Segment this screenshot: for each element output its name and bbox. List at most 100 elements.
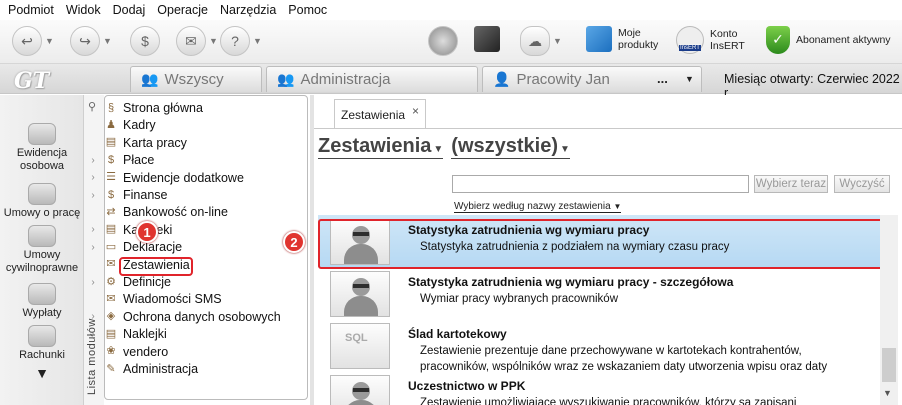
module-item[interactable]: ✉ Wiadomości SMS [86, 290, 286, 308]
person-icon: 👤 [493, 71, 511, 87]
tab-zestawienia[interactable]: Zestawienia × [334, 99, 426, 129]
help-button[interactable]: ? ▼ [220, 26, 262, 56]
scroll-down-arrow-icon[interactable]: ▼ [883, 388, 892, 398]
choose-now-button[interactable]: Wybierz teraz [754, 175, 828, 193]
scrollbar-thumb[interactable] [882, 348, 896, 382]
logo: GT [14, 68, 50, 94]
back-button[interactable]: ↩ ▼ [12, 26, 54, 56]
chevron-down-icon[interactable]: ▼ [685, 74, 694, 84]
globe-button[interactable] [428, 26, 458, 56]
module-item[interactable]: ›▤Kartoteki [86, 221, 286, 239]
forward-button[interactable]: ↪ ▼ [70, 26, 112, 56]
contract-icon [28, 183, 56, 205]
tab-more[interactable]: ... [657, 71, 668, 86]
menu-pomoc[interactable]: Pomoc [288, 3, 327, 17]
module-item[interactable]: ♟ Kadry [86, 116, 286, 134]
nav-label: Ewidencja osobowa [16, 147, 68, 172]
cube-button[interactable] [474, 26, 500, 52]
module-item[interactable]: › $ Finanse [86, 186, 286, 204]
chevron-down-icon: ▼ [553, 36, 562, 46]
module-icon: ♟ [106, 118, 116, 131]
module-icon: ✉ [106, 292, 116, 305]
report-row[interactable]: Uczestnictwo w PPK Zestawienie umożliwiaj… [318, 371, 882, 405]
tab-pracowity-jan[interactable]: 👤 Pracowity Jan ... ▼ [482, 66, 702, 92]
nav-rachunki[interactable]: Rachunki [0, 325, 84, 362]
report-row[interactable]: SQL Ślad kartotekowy Zestawienie prezentuj… [318, 319, 882, 373]
expand-arrow-icon[interactable]: › [86, 190, 100, 201]
report-description: Zestawienie umożliwiające wyszukiwanie p… [420, 397, 797, 405]
menu-widok[interactable]: Widok [66, 3, 101, 17]
toolbar: ↩ ▼ ↪ ▼ $ ✉ ▼ ? ▼ ☁ ▼ Moje produkty InsERT Ko… [0, 20, 902, 64]
account-icon: InsERT [676, 26, 704, 54]
tab-divider [314, 128, 902, 129]
chevron-down-icon: ▼ [253, 36, 262, 46]
module-label: Strona główna [123, 101, 203, 115]
report-row[interactable]: Statystyka zatrudnienia wg wymiaru pracy… [318, 267, 882, 319]
module-label: Płace [123, 153, 155, 168]
tabs-bar: GT 👥 Wszyscy 👥 Administracja 👤 Pracowity Ja… [0, 64, 902, 100]
module-item[interactable]: › ▭ Deklaracje [86, 238, 286, 256]
forward-icon: ↪ [70, 26, 100, 56]
module-icon: § [107, 101, 115, 114]
module-item[interactable]: ❀ vendero [86, 343, 286, 361]
tab-wszyscy[interactable]: 👥 Wszyscy [130, 66, 262, 92]
nav-ewidencja-osobowa[interactable]: Ewidencja osobowa [0, 123, 84, 173]
module-item[interactable]: ✎ Administracja [86, 360, 286, 378]
expand-arrow-icon[interactable]: › [86, 329, 100, 340]
expand-arrow-icon[interactable]: › [86, 224, 100, 235]
close-icon[interactable]: × [412, 104, 419, 118]
menu-podmiot[interactable]: Podmiot [8, 3, 54, 17]
module-item[interactable]: › $ Płace [86, 151, 286, 169]
menu-operacje[interactable]: Operacje [157, 3, 208, 17]
person-icon [330, 271, 390, 317]
module-icon: ✎ [106, 362, 116, 375]
tab-administracja[interactable]: 👥 Administracja [266, 66, 478, 92]
globe-icon [428, 26, 458, 56]
vertical-scrollbar[interactable]: ▼ [880, 215, 898, 405]
module-item[interactable]: › ☰ Ewidencje dodatkowe [86, 169, 286, 187]
nav-umowy-o-prace[interactable]: Umowy o pracę [0, 183, 84, 220]
module-label: Kadry [123, 118, 156, 133]
coins-icon: $ [130, 26, 160, 56]
module-item[interactable]: § Strona główna [86, 99, 286, 117]
tab-pracowity-label: Pracowity Jan [516, 71, 610, 88]
coins-button[interactable]: $ [130, 26, 160, 56]
module-item[interactable]: › ◈ Ochrona danych osobowych [86, 308, 286, 326]
cloud-icon: ☁ [520, 26, 550, 56]
abonament-button[interactable]: ✓ Abonament aktywny [766, 26, 891, 54]
report-title: Statystyka zatrudnienia wg wymiaru pracy… [408, 275, 734, 289]
highlight-selected-report [318, 219, 883, 269]
menu-dodaj[interactable]: Dodaj [113, 3, 146, 17]
module-item[interactable]: ⇄ Bankowość on-line [86, 203, 286, 221]
title-dropdown[interactable]: Zestawienia ▼ [318, 135, 444, 159]
filter-dropdown[interactable]: (wszystkie) ▼ [451, 135, 570, 159]
menu-bar: Podmiot Widok Dodaj Operacje Narzędzia P… [0, 0, 902, 20]
documents-button[interactable]: ✉ ▼ [176, 26, 218, 56]
report-description: Wymiar pracy wybranych pracowników [420, 293, 619, 305]
back-icon: ↩ [12, 26, 42, 56]
filter-by-name-dropdown[interactable]: Wybierz według nazwy zestawienia ▼ [454, 201, 622, 213]
module-label: Finanse [123, 188, 168, 202]
expand-arrow-icon[interactable]: › [86, 277, 100, 288]
konto-insert-button[interactable]: InsERT Konto InsERT [676, 26, 750, 54]
expand-arrow-icon[interactable]: › [86, 155, 100, 166]
expand-arrow-icon[interactable]: › [86, 311, 100, 322]
module-list: § Strona główna ♟ Kadry ▤ Karta pracy › $ Płace ›… [86, 95, 308, 395]
expand-arrow-icon[interactable]: › [86, 242, 100, 253]
clear-button[interactable]: Wyczyść [834, 175, 890, 193]
nav-label: Umowy cywilnoprawne [5, 249, 79, 274]
module-icon: ▤ [105, 327, 117, 340]
nav-umowy-cywilnoprawne[interactable]: Umowy cywilnoprawne [0, 225, 84, 275]
module-item[interactable]: ▤ Karta pracy [86, 134, 286, 152]
highlight-zestawienia [119, 257, 193, 276]
module-label: Naklejki [123, 327, 167, 342]
moje-produkty-button[interactable]: Moje produkty [586, 26, 666, 52]
scroll-down-icon[interactable]: ▼ [0, 366, 84, 380]
cloud-button[interactable]: ☁ ▼ [520, 26, 562, 56]
person-icon [330, 375, 390, 405]
module-item[interactable]: › ▤ Naklejki [86, 325, 286, 343]
menu-narzedzia[interactable]: Narzędzia [220, 3, 276, 17]
expand-arrow-icon[interactable]: › [86, 172, 100, 183]
search-input[interactable] [452, 175, 749, 193]
nav-wyplaty[interactable]: Wypłaty [0, 283, 84, 320]
